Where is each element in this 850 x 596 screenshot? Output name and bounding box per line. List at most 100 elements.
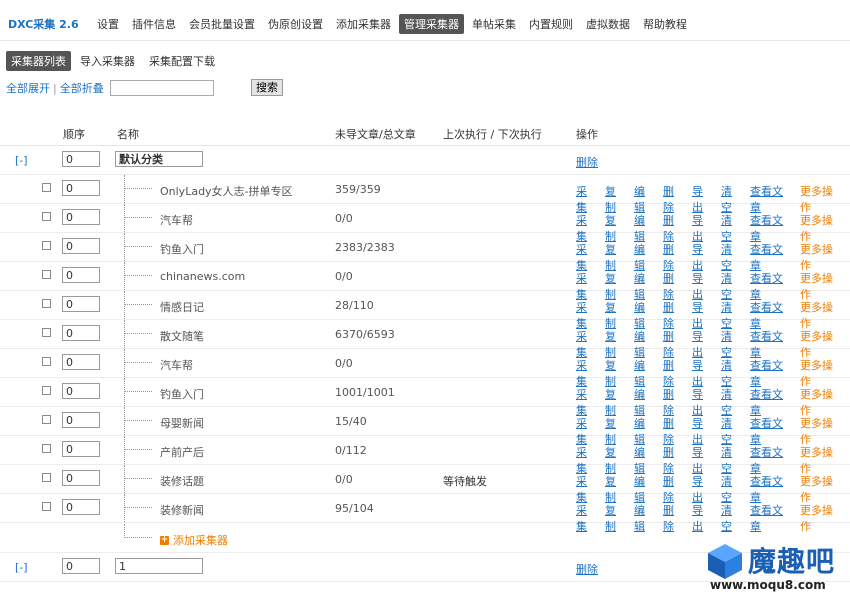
- order-input[interactable]: [62, 296, 100, 312]
- header-order: 顺序: [63, 128, 85, 141]
- collector-name: 散文随笔: [160, 330, 204, 343]
- nav-virtual-data[interactable]: 虚拟数据: [581, 14, 635, 34]
- order-input[interactable]: [62, 354, 100, 370]
- tree-connector: [124, 188, 152, 189]
- row-checkbox[interactable]: [42, 328, 51, 337]
- row-checkbox[interactable]: [42, 212, 51, 221]
- nav-member-batch[interactable]: 会员批量设置: [184, 14, 260, 34]
- row-checkbox[interactable]: [42, 241, 51, 250]
- sub-tabs: 采集器列表 导入采集器 采集配置下载: [6, 51, 224, 71]
- nav-manage-collectors[interactable]: 管理采集器: [399, 14, 464, 34]
- delete-link[interactable]: 删除: [663, 502, 684, 534]
- nav-plugin-info[interactable]: 插件信息: [127, 14, 181, 34]
- collector-row: 钓鱼入门2383/2383采集复制编辑删除导出清空查看文章更多操作: [0, 233, 850, 272]
- tree-connector: [124, 217, 152, 218]
- search-button[interactable]: 搜索: [251, 79, 283, 96]
- article-count: 0/112: [335, 444, 367, 457]
- tree-connector: [124, 449, 152, 450]
- nav-settings[interactable]: 设置: [92, 14, 124, 34]
- add-collector-link[interactable]: + 添加采集器: [160, 532, 228, 548]
- row-checkbox[interactable]: [42, 299, 51, 308]
- add-collector-label: 添加采集器: [173, 534, 228, 547]
- collector-row: 装修新闻 95/104 采集复制编辑删除导出清空查看文章更多操作: [0, 494, 850, 533]
- nav-builtin-rules[interactable]: 内置规则: [524, 14, 578, 34]
- collector-name: 汽车帮: [160, 214, 193, 227]
- category-name-input[interactable]: [115, 558, 203, 574]
- collector-name: chinanews.com: [160, 270, 246, 283]
- cube-logo-icon: [708, 544, 742, 579]
- header-name: 名称: [117, 128, 139, 141]
- row-checkbox[interactable]: [42, 415, 51, 424]
- tab-import-collector[interactable]: 导入采集器: [75, 51, 140, 71]
- tree-connector: [124, 407, 125, 435]
- tree-connector: [124, 478, 152, 479]
- article-count: 0/0: [335, 270, 353, 283]
- header-ops: 操作: [576, 128, 598, 141]
- expand-all-link[interactable]: 全部展开: [6, 80, 50, 96]
- collector-name: 母婴新闻: [160, 417, 204, 430]
- tab-config-download[interactable]: 采集配置下载: [144, 51, 220, 71]
- tree-connector: [124, 291, 125, 319]
- order-input[interactable]: [62, 441, 100, 457]
- collapse-all-link[interactable]: 全部折叠: [60, 80, 104, 96]
- order-input[interactable]: [62, 558, 100, 574]
- header-exec-time: 上次执行 / 下次执行: [443, 128, 542, 141]
- collapse-toggle[interactable]: [-]: [15, 154, 28, 167]
- tree-connector: [124, 175, 125, 203]
- collector-row: 汽车帮0/0采集复制编辑删除导出清空查看文章更多操作: [0, 349, 850, 388]
- search-input[interactable]: [109, 80, 214, 96]
- tree-connector: [124, 436, 125, 464]
- row-checkbox[interactable]: [42, 473, 51, 482]
- collector-row: OnlyLady女人志-拼单专区359/359采集复制编辑删除导出清空查看文章更…: [0, 175, 850, 214]
- tree-connector: [124, 349, 125, 377]
- article-count: 2383/2383: [335, 241, 395, 254]
- order-input[interactable]: [62, 238, 100, 254]
- export-link[interactable]: 导出: [692, 502, 713, 534]
- article-count: 6370/6593: [335, 328, 395, 341]
- row-checkbox[interactable]: [42, 270, 51, 279]
- order-input[interactable]: [62, 151, 100, 167]
- category-delete-link[interactable]: 删除: [576, 154, 598, 170]
- tree-connector: [124, 507, 152, 508]
- row-ops: 采集 复制 编辑 删除 导出 清空 查看文章 更多操作: [576, 502, 850, 534]
- edit-link[interactable]: 编辑: [634, 502, 655, 534]
- category-delete-link[interactable]: 删除: [576, 561, 598, 577]
- tree-connector: [124, 246, 152, 247]
- header-count: 未导文章/总文章: [335, 128, 416, 141]
- collect-link[interactable]: 采集: [576, 502, 597, 534]
- article-count: 95/104: [335, 502, 374, 515]
- top-navigation-bar: DXC采集 2.6 设置 插件信息 会员批量设置 伪原创设置 添加采集器 管理采…: [0, 0, 850, 41]
- order-input[interactable]: [62, 412, 100, 428]
- nav-add-collector[interactable]: 添加采集器: [331, 14, 396, 34]
- nav-pseudo-original[interactable]: 伪原创设置: [263, 14, 328, 34]
- order-input[interactable]: [62, 267, 100, 283]
- collapse-toggle[interactable]: [-]: [15, 561, 28, 574]
- site-watermark: 魔趣吧 www.moqu8.com: [702, 538, 847, 594]
- collector-row: 母婴新闻15/40采集复制编辑删除导出清空查看文章更多操作: [0, 407, 850, 446]
- nav-help[interactable]: 帮助教程: [638, 14, 692, 34]
- category-name-input[interactable]: [115, 151, 203, 167]
- copy-link[interactable]: 复制: [605, 502, 626, 534]
- order-input[interactable]: [62, 180, 100, 196]
- order-input[interactable]: [62, 499, 100, 515]
- row-checkbox[interactable]: [42, 183, 51, 192]
- article-count: 359/359: [335, 183, 381, 196]
- collector-name: 汽车帮: [160, 359, 193, 372]
- order-input[interactable]: [62, 383, 100, 399]
- collector-name: 钓鱼入门: [160, 388, 204, 401]
- order-input[interactable]: [62, 325, 100, 341]
- order-input[interactable]: [62, 209, 100, 225]
- row-checkbox[interactable]: [42, 386, 51, 395]
- tree-connector: [124, 524, 125, 538]
- nav-single-post[interactable]: 单帖采集: [467, 14, 521, 34]
- collector-name: 产前产后: [160, 446, 204, 459]
- tree-connector: [124, 262, 125, 290]
- order-input[interactable]: [62, 470, 100, 486]
- row-checkbox[interactable]: [42, 502, 51, 511]
- tab-collector-list[interactable]: 采集器列表: [6, 51, 71, 71]
- row-checkbox[interactable]: [42, 357, 51, 366]
- clear-link[interactable]: 清空: [721, 502, 742, 534]
- row-checkbox[interactable]: [42, 444, 51, 453]
- view-articles-link[interactable]: 查看文章: [750, 502, 792, 534]
- more-ops-link[interactable]: 更多操作: [800, 502, 842, 534]
